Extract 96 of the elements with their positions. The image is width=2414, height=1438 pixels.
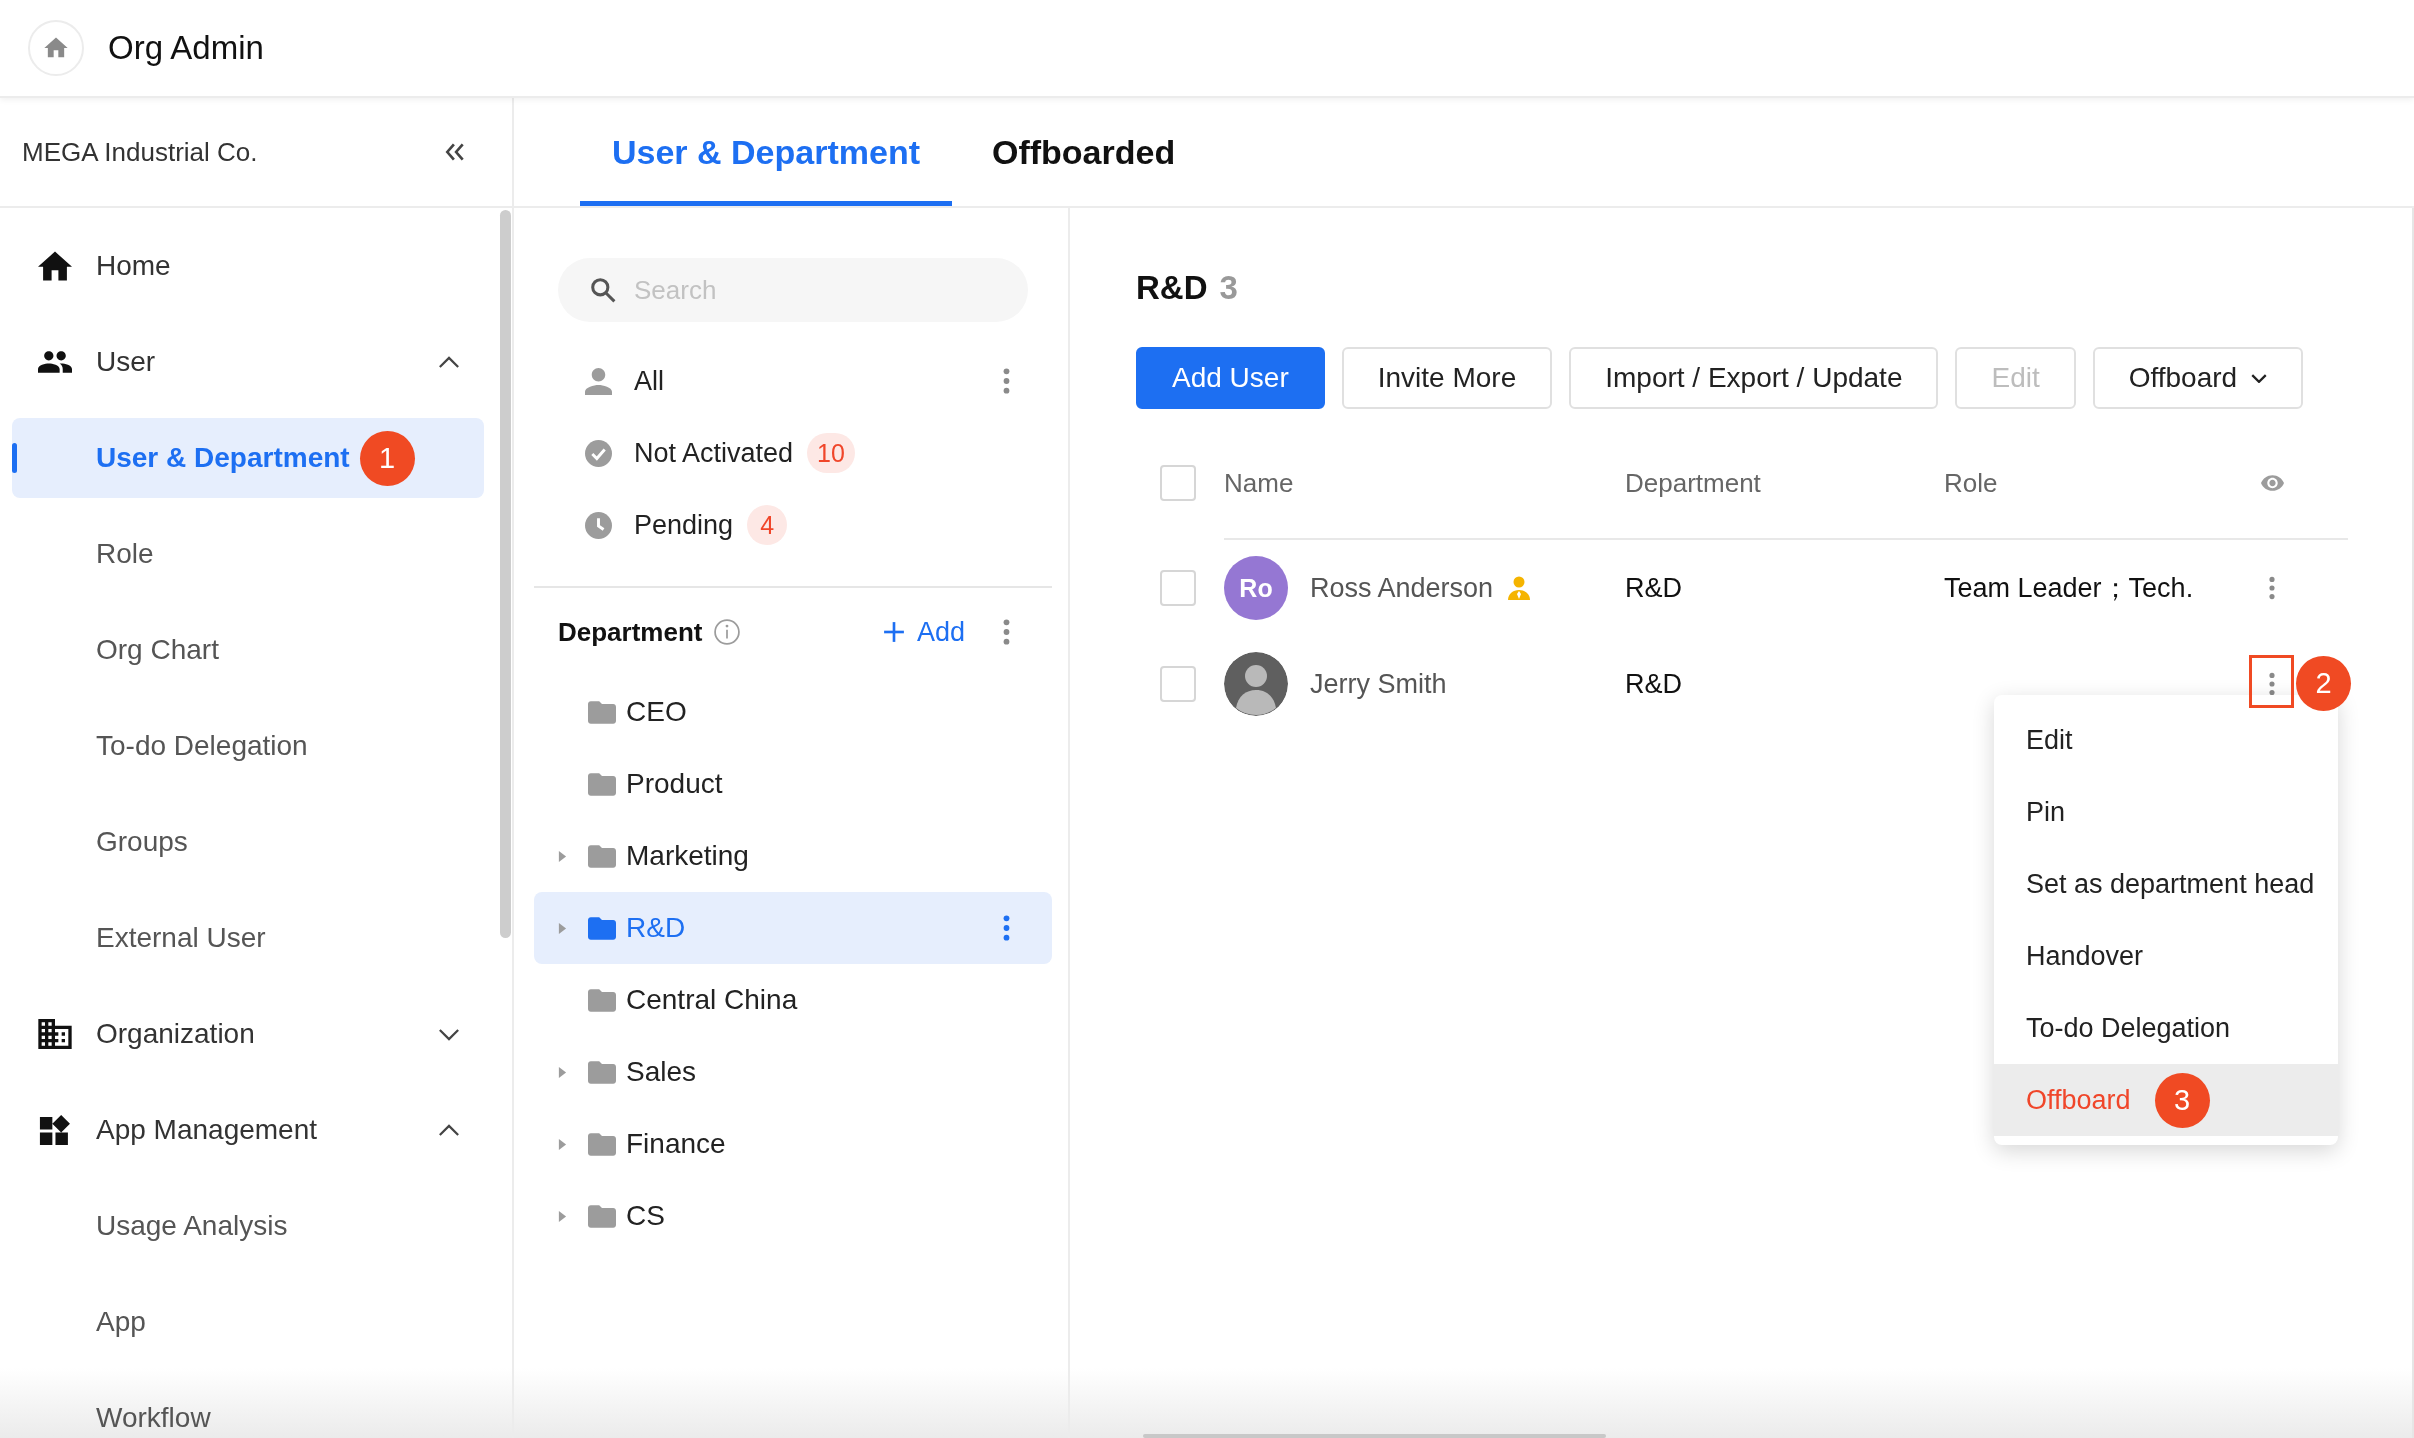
row-checkbox[interactable] <box>1160 570 1196 606</box>
nav-item[interactable]: To-do Delegation <box>12 726 484 766</box>
person-silhouette-icon <box>1224 652 1288 716</box>
search-icon <box>590 277 616 303</box>
nav-item[interactable]: Workflow <box>12 1398 484 1438</box>
department-title: R&D <box>1136 269 1208 307</box>
scrollbar-thumb[interactable] <box>500 210 511 938</box>
chevron-up-icon[interactable] <box>438 1123 460 1137</box>
tree-item[interactable]: Finance <box>534 1108 1052 1180</box>
check-circle-icon <box>585 439 612 467</box>
filter-item[interactable]: Not Activated 10 <box>534 417 1052 489</box>
building-icon <box>38 1019 72 1049</box>
nav-item[interactable]: User <box>12 342 484 382</box>
nav-item[interactable]: Organization <box>12 1014 484 1054</box>
step-badge: 3 <box>2154 1072 2210 1128</box>
user-name: Jerry Smith <box>1310 668 1447 700</box>
chevron-down-icon[interactable] <box>438 1027 460 1041</box>
folder-icon <box>588 1132 616 1156</box>
company-name: MEGA Industrial Co. <box>22 136 258 168</box>
count-badge: 4 <box>747 505 788 545</box>
section-title: Department <box>558 616 703 648</box>
nav-item[interactable]: Role <box>12 534 484 574</box>
toolbar-button[interactable]: Add User <box>1136 347 1325 409</box>
highlight-box <box>2249 655 2294 708</box>
collapse-icon[interactable] <box>444 142 466 162</box>
caret-right-icon[interactable] <box>558 1065 567 1079</box>
toolbar-button[interactable]: Invite More <box>1341 347 1553 409</box>
nav-item[interactable]: Groups <box>12 822 484 862</box>
more-icon[interactable] <box>1003 368 1010 394</box>
chevron-up-icon[interactable] <box>438 355 460 369</box>
nav-item[interactable]: App <box>12 1302 484 1342</box>
count-badge: 10 <box>807 433 855 473</box>
nav-item[interactable]: Org Chart <box>12 630 484 670</box>
menu-item[interactable]: Edit <box>1994 704 2338 776</box>
menu-item[interactable]: To-do Delegation <box>1994 992 2338 1064</box>
nav-item[interactable]: External User <box>12 918 484 958</box>
folder-icon <box>588 1060 616 1084</box>
row-checkbox[interactable] <box>1160 666 1196 702</box>
home-icon <box>38 251 72 281</box>
table-cell-text: R&D <box>1625 668 1683 700</box>
user-name: Ross Anderson <box>1310 572 1494 604</box>
widgets-icon <box>38 1115 72 1145</box>
tree-item[interactable]: CEO <box>534 676 1052 748</box>
caret-right-icon[interactable] <box>558 1137 567 1151</box>
folder-icon <box>588 772 616 796</box>
folder-icon <box>588 916 616 940</box>
tree-item[interactable]: CS <box>534 1180 1052 1252</box>
tree-item[interactable]: Sales <box>534 1036 1052 1108</box>
folder-icon <box>588 844 616 868</box>
more-icon[interactable] <box>1003 915 1010 941</box>
caret-right-icon[interactable] <box>558 1209 567 1223</box>
tree-item[interactable]: Product <box>534 748 1052 820</box>
folder-icon <box>588 700 616 724</box>
scrollbar-thumb[interactable] <box>1143 1434 1606 1438</box>
plus-icon <box>882 621 905 643</box>
info-icon[interactable] <box>714 619 741 645</box>
menu-item[interactable]: Offboard 3 <box>1994 1064 2338 1136</box>
tree-item[interactable]: R&D <box>534 892 1052 964</box>
tree-item[interactable]: Marketing <box>534 820 1052 892</box>
folder-icon <box>588 1204 616 1228</box>
eye-icon[interactable] <box>2260 475 2284 491</box>
nav-item[interactable]: Home <box>12 246 484 286</box>
folder-icon <box>588 988 616 1012</box>
select-all-checkbox[interactable] <box>1160 465 1196 501</box>
toolbar-button[interactable]: Offboard <box>2092 347 2304 409</box>
caret-right-icon[interactable] <box>558 921 567 935</box>
home-icon[interactable] <box>28 20 84 76</box>
clock-icon <box>585 511 612 539</box>
more-icon[interactable] <box>1003 619 1010 645</box>
step-badge: 1 <box>359 430 415 486</box>
tab[interactable]: Offboarded <box>960 98 1208 206</box>
filter-item[interactable]: Pending 4 <box>534 489 1052 561</box>
app-title: Org Admin <box>108 29 264 67</box>
nav-item[interactable]: User & Department 1 <box>12 418 484 498</box>
table-cell-text: Team Leader；Tech. <box>1944 572 2195 605</box>
toolbar-button[interactable]: Import / Export / Update <box>1569 347 1939 409</box>
person-icon <box>585 367 612 395</box>
more-icon[interactable] <box>2269 672 2275 696</box>
filter-item[interactable]: All <box>534 345 1052 417</box>
step-badge: 2 <box>2296 656 2351 711</box>
more-icon[interactable] <box>2269 576 2275 600</box>
avatar-initials: Ro <box>1224 556 1288 620</box>
nav-item[interactable]: App Management <box>12 1110 484 1150</box>
add-button[interactable]: Add <box>882 616 965 648</box>
member-count: 3 <box>1219 269 1238 307</box>
column-header: Department <box>1625 467 1762 499</box>
nav-item[interactable]: Usage Analysis <box>12 1206 484 1246</box>
chevron-down-icon <box>2251 373 2268 383</box>
column-header: Role <box>1944 467 1999 499</box>
menu-item[interactable]: Set as department head <box>1994 848 2338 920</box>
table-cell-text: R&D <box>1625 572 1683 604</box>
caret-right-icon[interactable] <box>558 849 567 863</box>
tree-item[interactable]: Central China <box>534 964 1052 1036</box>
menu-item[interactable]: Pin <box>1994 776 2338 848</box>
menu-item[interactable]: Handover <box>1994 920 2338 992</box>
column-header: Name <box>1224 467 1295 499</box>
